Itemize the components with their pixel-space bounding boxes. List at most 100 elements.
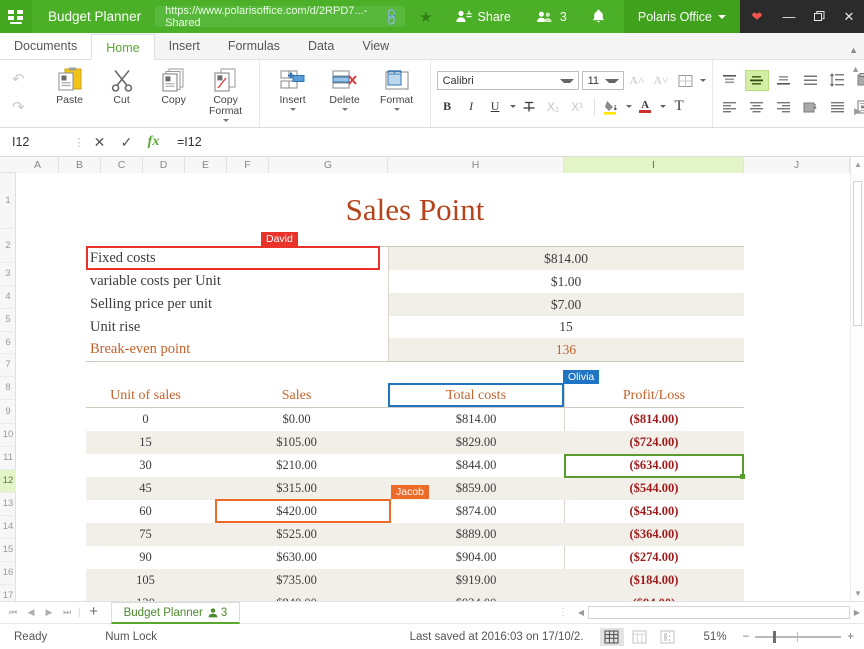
strikethrough-button[interactable] (519, 97, 540, 117)
document-url-box[interactable]: https://www.polarisoffice.com/d/2RPD7...… (155, 6, 405, 27)
row-header-10[interactable]: 10 (0, 424, 16, 447)
column-header-F[interactable]: F (227, 157, 269, 173)
row-header-5[interactable]: 5 (0, 309, 16, 332)
column-header-A[interactable]: A (17, 157, 59, 173)
summary-value-3[interactable]: 15 (388, 316, 744, 338)
cut-button[interactable]: Cut (96, 60, 148, 127)
tab-formulas[interactable]: Formulas (214, 33, 294, 59)
summary-value-2[interactable]: $7.00 (388, 293, 744, 316)
close-button[interactable]: ✕ (834, 0, 864, 33)
horizontal-scrollbar[interactable]: ◀ ▶ (574, 606, 864, 619)
align-right-button[interactable] (772, 97, 796, 118)
summary-label-0[interactable]: Fixed costs (90, 247, 380, 270)
clear-format-button[interactable]: T (669, 97, 690, 117)
column-header-B[interactable]: B (59, 157, 101, 173)
cell-total-0[interactable]: $814.00 (388, 408, 564, 431)
zoom-out-button[interactable]: − (743, 631, 750, 643)
data-header-0[interactable]: Unit of sales (86, 384, 205, 407)
notifications-button[interactable] (580, 0, 617, 33)
undo-icon[interactable]: ↶ (12, 72, 25, 87)
cell-sales-4[interactable]: $420.00 (205, 500, 388, 523)
subscript-button[interactable]: X₁ (543, 97, 564, 117)
cell-unit-8[interactable]: 120 (86, 592, 205, 601)
active-cell-selection[interactable] (564, 454, 744, 478)
tab-view[interactable]: View (348, 33, 403, 59)
cancel-edit-button[interactable]: ✕ (86, 134, 113, 151)
fill-color-button[interactable] (601, 97, 622, 117)
summary-value-4[interactable]: 136 (388, 338, 744, 361)
sheet-tab-budget-planner[interactable]: Budget Planner 3 (111, 602, 241, 624)
chevron-down-icon[interactable] (700, 79, 706, 82)
ribbon-more-icon[interactable]: ▶ (854, 106, 861, 117)
summary-label-1[interactable]: variable costs per Unit (90, 270, 380, 293)
underline-button[interactable]: U (485, 97, 506, 117)
data-header-2[interactable]: Total costs (388, 384, 564, 407)
row-header-7[interactable]: 7 (0, 354, 16, 377)
row-height-button[interactable] (826, 70, 850, 91)
sheet-title-cell[interactable]: Sales Point (86, 188, 744, 232)
font-size-select[interactable]: 11 (582, 71, 624, 90)
cell-sales-5[interactable]: $525.00 (205, 523, 388, 546)
tab-documents[interactable]: Documents (0, 33, 91, 59)
shrink-font-button[interactable]: A˅ (651, 71, 672, 91)
cell-total-8[interactable]: $934.00 (388, 592, 564, 601)
fill-paint-button[interactable] (799, 97, 823, 118)
scroll-up-button[interactable]: ▲ (851, 157, 864, 172)
row-header-13[interactable]: 13 (0, 493, 16, 516)
restore-button[interactable] (804, 0, 834, 33)
insert-function-button[interactable]: fx (140, 134, 167, 150)
share-button[interactable]: Share (443, 0, 524, 33)
redo-icon[interactable]: ↷ (12, 100, 25, 115)
cell-profit-8[interactable]: ($94.00) (564, 592, 744, 601)
row-header-16[interactable]: 16 (0, 562, 16, 585)
cell-profit-6[interactable]: ($274.00) (564, 546, 744, 569)
name-box[interactable]: I12 (0, 135, 72, 149)
data-header-3[interactable]: Profit/Loss (564, 384, 744, 407)
add-sheet-button[interactable]: + (83, 602, 105, 623)
cell-total-4[interactable]: $874.00 (388, 500, 564, 523)
cell-unit-2[interactable]: 30 (86, 454, 205, 477)
zoom-slider[interactable] (755, 631, 841, 643)
favorite-button[interactable]: ★ (405, 0, 442, 33)
insert-cells-button[interactable]: Insert (267, 60, 319, 127)
row-header-4[interactable]: 4 (0, 286, 16, 309)
row-header-3[interactable]: 3 (0, 263, 16, 286)
superscript-button[interactable]: X¹ (567, 97, 588, 117)
summary-value-0[interactable]: $814.00 (388, 247, 744, 270)
cell-sales-1[interactable]: $105.00 (205, 431, 388, 454)
cell-total-5[interactable]: $889.00 (388, 523, 564, 546)
cell-total-7[interactable]: $919.00 (388, 569, 564, 592)
cell-total-2[interactable]: $844.00 (388, 454, 564, 477)
cell-grid[interactable]: Sales Point Fixed costs variable costs p… (17, 174, 850, 601)
cell-unit-0[interactable]: 0 (86, 408, 205, 431)
vertical-scrollbar[interactable]: ▲ ▼ (850, 157, 864, 601)
next-sheet-button[interactable]: ▶ (40, 607, 58, 618)
app-menu-button[interactable] (0, 0, 32, 33)
row-header-12[interactable]: 12 (0, 470, 16, 493)
tab-home[interactable]: Home (91, 34, 154, 60)
cell-sales-7[interactable]: $735.00 (205, 569, 388, 592)
row-header-17[interactable]: 17 (0, 585, 16, 601)
accept-edit-button[interactable]: ✓ (113, 134, 140, 151)
last-sheet-button[interactable]: ⏭ (58, 607, 76, 618)
row-header-11[interactable]: 11 (0, 447, 16, 470)
row-header-9[interactable]: 9 (0, 400, 16, 424)
vertical-scroll-thumb[interactable] (853, 181, 862, 326)
tab-data[interactable]: Data (294, 33, 348, 59)
cell-sales-0[interactable]: $0.00 (205, 408, 388, 431)
chevron-down-icon[interactable] (660, 105, 666, 108)
wrap-text-button[interactable] (799, 70, 823, 91)
scroll-right-button[interactable]: ▶ (850, 608, 864, 617)
paste-button[interactable]: Paste (44, 60, 96, 127)
chevron-down-icon[interactable] (342, 108, 348, 111)
zoom-in-button[interactable]: + (847, 631, 854, 643)
column-header-D[interactable]: D (143, 157, 185, 173)
cell-unit-7[interactable]: 105 (86, 569, 205, 592)
borders-button[interactable] (675, 71, 696, 91)
cell-profit-7[interactable]: ($184.00) (564, 569, 744, 592)
account-menu[interactable]: Polaris Office (624, 0, 740, 33)
row-header-6[interactable]: 6 (0, 332, 16, 354)
summary-label-2[interactable]: Selling price per unit (90, 293, 380, 316)
prev-sheet-button[interactable]: ◀ (22, 607, 40, 618)
tab-insert[interactable]: Insert (155, 33, 214, 59)
